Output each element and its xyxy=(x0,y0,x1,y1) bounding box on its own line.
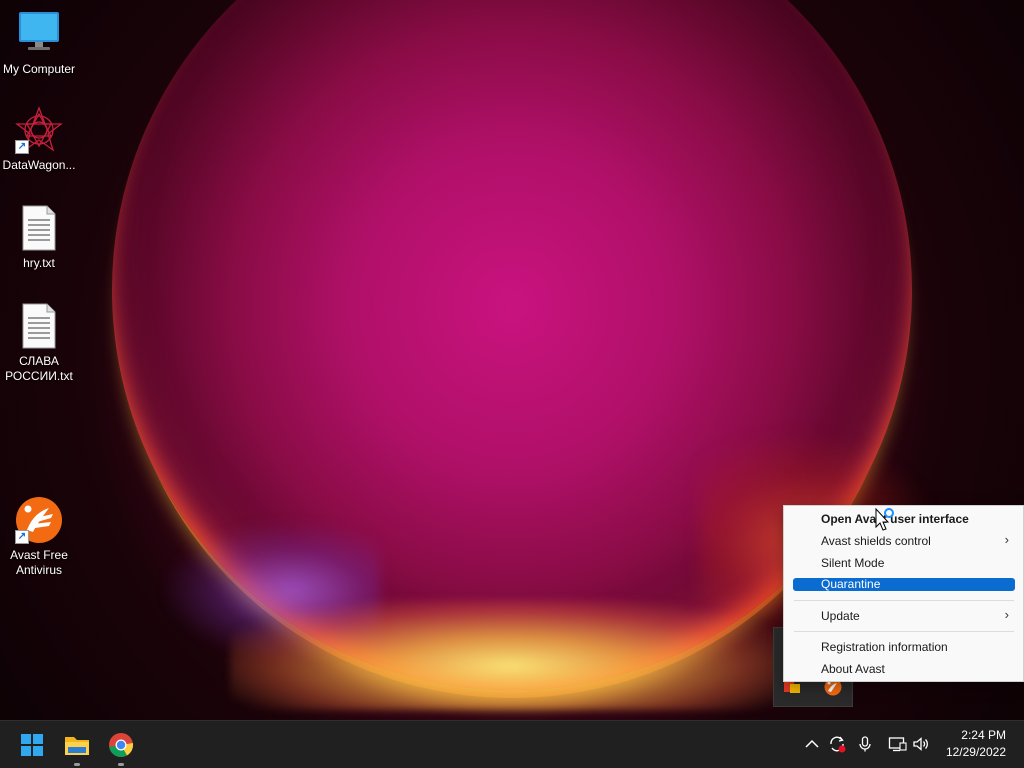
menu-item-registration-info[interactable]: Registration information xyxy=(793,640,1015,654)
text-file-icon xyxy=(15,204,63,252)
chevron-right-icon: › xyxy=(1004,532,1009,547)
desktop-icon-avast[interactable]: ↗ Avast Free Antivirus xyxy=(0,496,78,578)
desktop-icon-hry-txt[interactable]: hry.txt xyxy=(0,204,78,271)
desktop-icon-my-computer[interactable]: My Computer xyxy=(0,10,78,77)
microphone-icon[interactable] xyxy=(855,734,875,754)
menu-item-label: Avast shields control xyxy=(821,534,931,548)
menu-item-label: Registration information xyxy=(821,640,948,654)
clock-date: 12/29/2022 xyxy=(945,745,1006,759)
volume-icon[interactable] xyxy=(911,734,931,754)
tray-app-icon[interactable] xyxy=(784,680,802,694)
avast-context-menu: Open Avast user interface Avast shields … xyxy=(783,505,1024,682)
file-explorer-button[interactable] xyxy=(59,727,95,766)
chevron-up-icon[interactable] xyxy=(802,734,822,754)
running-indicator xyxy=(118,763,124,766)
start-button[interactable] xyxy=(14,727,50,763)
menu-item-about-avast[interactable]: About Avast xyxy=(793,662,1015,676)
mouse-cursor-icon xyxy=(875,507,895,536)
shortcut-arrow-icon: ↗ xyxy=(15,530,29,544)
chrome-button[interactable] xyxy=(103,727,139,766)
desktop-icon-label: Avast Free Antivirus xyxy=(10,548,68,577)
monitor-icon xyxy=(15,10,63,58)
taskbar: 2:24 PM 12/29/2022 xyxy=(0,720,1024,768)
menu-item-label: Silent Mode xyxy=(821,556,885,570)
desktop-icon-label: СЛАВА РОССИИ.txt xyxy=(5,354,73,383)
running-indicator xyxy=(74,763,80,766)
desktop-icon-slava-rossii-txt[interactable]: СЛАВА РОССИИ.txt xyxy=(0,302,78,384)
system-clock[interactable]: 2:24 PM 12/29/2022 xyxy=(946,727,1006,761)
desktop-icon-label: My Computer xyxy=(2,62,76,76)
chevron-right-icon: › xyxy=(1004,607,1009,622)
file-explorer-icon xyxy=(65,737,89,755)
clock-time: 2:24 PM xyxy=(961,728,1006,742)
avast-icon: ↗ xyxy=(15,496,63,544)
sync-icon[interactable] xyxy=(827,734,847,754)
desktop-icon-datawagon[interactable]: ↗ DataWagon... xyxy=(0,106,78,173)
menu-item-label: Quarantine xyxy=(821,577,881,591)
menu-item-update[interactable]: Update › xyxy=(793,607,1015,624)
menu-item-shields-control[interactable]: Avast shields control › xyxy=(793,532,1015,549)
shortcut-arrow-icon: ↗ xyxy=(15,140,29,154)
text-file-icon xyxy=(15,302,63,350)
chrome-icon xyxy=(109,733,134,757)
menu-item-quarantine[interactable]: Quarantine xyxy=(793,578,1015,591)
start-icon xyxy=(21,734,43,756)
menu-item-silent-mode[interactable]: Silent Mode xyxy=(793,556,1015,570)
datawagon-icon: ↗ xyxy=(15,106,63,154)
menu-item-open-avast-ui[interactable]: Open Avast user interface xyxy=(793,512,1015,526)
menu-item-label: Update xyxy=(821,609,860,623)
menu-separator xyxy=(794,600,1014,601)
desktop-icon-label: hry.txt xyxy=(23,256,55,270)
desktop-icon-label: DataWagon... xyxy=(2,158,76,172)
network-icon[interactable] xyxy=(887,734,907,754)
wallpaper-glow-bottom xyxy=(230,600,790,710)
menu-item-label: About Avast xyxy=(821,662,885,676)
menu-separator xyxy=(794,631,1014,632)
